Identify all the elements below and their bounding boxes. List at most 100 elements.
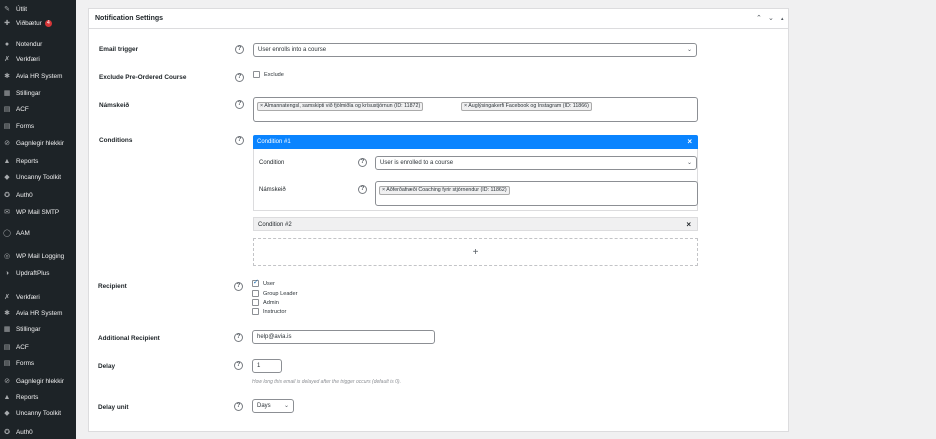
help-icon[interactable]: ? (358, 185, 367, 194)
gear-icon: ✱ (4, 73, 10, 80)
course-tag[interactable]: × Almannatengsl, samskipti við fjölmiðla… (257, 102, 424, 111)
forms-icon: ▤ (3, 123, 11, 130)
recipient-user-checkbox[interactable]: ✓ (252, 279, 259, 287)
email-trigger-select[interactable]: User enrolls into a course ⌄ (253, 43, 697, 57)
sidebar-item[interactable]: ▦ Stillingar (0, 322, 76, 336)
sidebar-item[interactable]: ▤ ACF (0, 102, 76, 116)
additional-recipient-label: Additional Recipient (98, 335, 160, 342)
toggle-panel-icon[interactable]: ▴ (781, 16, 784, 22)
sidebar-item-label: Uncanny Toolkit (16, 173, 61, 181)
close-icon[interactable]: × (687, 135, 692, 149)
condition-type-select[interactable]: User is enrolled to a course ⌄ (375, 156, 697, 170)
toolkit-icon: ◆ (4, 410, 10, 417)
help-icon[interactable]: ? (235, 136, 244, 145)
exclude-checkbox[interactable] (253, 71, 260, 78)
delay-unit-select[interactable]: Days ⌄ (252, 399, 294, 413)
sidebar-item[interactable]: ✉ WP Mail SMTP (0, 205, 76, 219)
recipient-group-leader-checkbox[interactable] (252, 290, 259, 297)
course-label: Námskeið (99, 102, 130, 109)
course-tag[interactable]: × Auglýsingakerfi Facebook og Instagram … (461, 102, 592, 111)
sidebar-item-label: Avia HR System (16, 72, 63, 80)
course-tag[interactable]: × Aðferðafræði Coaching fyrir stjórnendu… (379, 186, 510, 195)
move-down-icon[interactable]: ⌄ (768, 14, 774, 22)
sidebar-item-label: WP Mail SMTP (16, 208, 60, 216)
sidebar-item[interactable]: ✎ Útlit (0, 2, 76, 16)
sidebar-item[interactable]: ✱ Avia HR System (0, 69, 76, 83)
help-icon[interactable]: ? (235, 100, 244, 109)
chevron-down-icon: ⌄ (686, 47, 692, 53)
sidebar-item[interactable]: ◆ Uncanny Toolkit (0, 406, 76, 420)
sidebar-item[interactable]: ▦ Stillingar (0, 86, 76, 100)
help-icon[interactable]: ? (358, 158, 367, 167)
recipient-option-label: Group Leader (263, 291, 298, 297)
chevron-down-icon: ⌄ (283, 403, 289, 409)
recipient-label: Recipient (98, 283, 127, 290)
sidebar-item[interactable]: ⊘ Gagnlegir hlekkir (0, 374, 76, 388)
sidebar-item[interactable]: ▤ Forms (0, 119, 76, 133)
recipient-admin-checkbox[interactable] (252, 299, 259, 306)
additional-recipient-input[interactable]: help@avia.is (252, 330, 435, 344)
condition-1-header[interactable]: Condition #1 × (253, 135, 698, 149)
recipient-option-label: Instructor (263, 309, 287, 315)
condition-course-label: Námskeið (259, 187, 286, 193)
sidebar-item-label: Verkfæri (16, 293, 40, 301)
help-icon[interactable]: ? (234, 333, 243, 342)
sidebar-item[interactable]: ✗ Verkfæri (0, 52, 76, 66)
move-up-icon[interactable]: ⌃ (756, 14, 762, 22)
sidebar-item[interactable]: ▤ Forms (0, 356, 76, 370)
sidebar-item[interactable]: ◎ WP Mail Logging (0, 249, 76, 263)
sidebar-item[interactable]: ◑ UpdraftPlus (0, 266, 76, 280)
plus-icon: + (472, 247, 479, 258)
sidebar-item[interactable]: ✱ Avia HR System (0, 306, 76, 320)
updraft-icon: ◑ (4, 269, 10, 277)
sidebar-item-label: AAM (16, 229, 30, 237)
exclude-preordered-label: Exclude Pre-Ordered Course (99, 74, 187, 81)
help-icon[interactable]: ? (234, 402, 243, 411)
help-icon[interactable]: ? (235, 45, 244, 54)
add-condition-button[interactable]: + (253, 238, 698, 266)
sidebar-item-label: UpdraftPlus (16, 269, 50, 277)
condition-2-title: Condition #2 (258, 222, 292, 228)
help-icon[interactable]: ? (234, 361, 243, 370)
sidebar-item-label: Gagnlegir hlekkir (16, 139, 64, 147)
mail-smtp-icon: ✉ (4, 209, 10, 216)
course-multiselect[interactable]: × Almannatengsl, samskipti við fjölmiðla… (253, 97, 698, 122)
sidebar-item-label: Uncanny Toolkit (16, 409, 61, 417)
sidebar-item[interactable]: ● Notendur (0, 37, 76, 51)
toolkit-icon: ◆ (4, 174, 10, 181)
sidebar-item[interactable]: ✪ Auth0 (0, 188, 76, 202)
sidebar-item[interactable]: ▤ ACF (0, 340, 76, 354)
recipient-option-label: Admin (263, 300, 279, 306)
links-icon: ⊘ (4, 140, 10, 147)
condition-course-multiselect[interactable]: × Aðferðafræði Coaching fyrir stjórnendu… (375, 181, 698, 206)
admin-sidebar: ✎ Útlit ✚ Viðbætur 4 ● Notendur ✗ Verkfæri ✱ Avia … (0, 0, 76, 439)
reports-icon: ▲ (3, 157, 11, 165)
auth0-icon: ✪ (4, 429, 10, 436)
sidebar-item[interactable]: ◯ AAM (0, 226, 76, 240)
sidebar-item[interactable]: ✚ Viðbætur 4 (0, 16, 76, 30)
panel-header: Notification Settings ⌃ ⌄ ▴ (89, 9, 788, 29)
settings-icon: ▦ (3, 326, 11, 333)
wrench-icon: ✗ (4, 56, 10, 63)
exclude-checkbox-label: Exclude (264, 72, 284, 78)
sidebar-item[interactable]: ✗ Verkfæri (0, 290, 76, 304)
recipient-instructor-checkbox[interactable] (252, 308, 259, 315)
delay-input[interactable]: 1 (252, 359, 282, 373)
panel-title: Notification Settings (95, 15, 164, 22)
sidebar-item[interactable]: ⊘ Gagnlegir hlekkir (0, 136, 76, 150)
sidebar-item[interactable]: ✪ Auth0 (0, 425, 76, 439)
sidebar-item[interactable]: ▲ Reports (0, 154, 76, 168)
sidebar-item[interactable]: ◆ Uncanny Toolkit (0, 170, 76, 184)
sidebar-item-label: Forms (16, 122, 35, 130)
help-icon[interactable]: ? (234, 282, 243, 291)
condition-2-header[interactable]: Condition #2 × (253, 217, 698, 231)
sidebar-item-label: Stillingar (16, 325, 41, 333)
delay-unit-value: Days (257, 403, 271, 409)
sidebar-item-label: ACF (16, 105, 29, 113)
sidebar-item[interactable]: ▲ Reports (0, 390, 76, 404)
chevron-down-icon: ⌄ (686, 160, 692, 166)
help-icon[interactable]: ? (235, 73, 244, 82)
condition-type-label: Condition (259, 160, 285, 166)
close-icon[interactable]: × (686, 218, 691, 232)
email-trigger-label: Email trigger (99, 46, 139, 53)
